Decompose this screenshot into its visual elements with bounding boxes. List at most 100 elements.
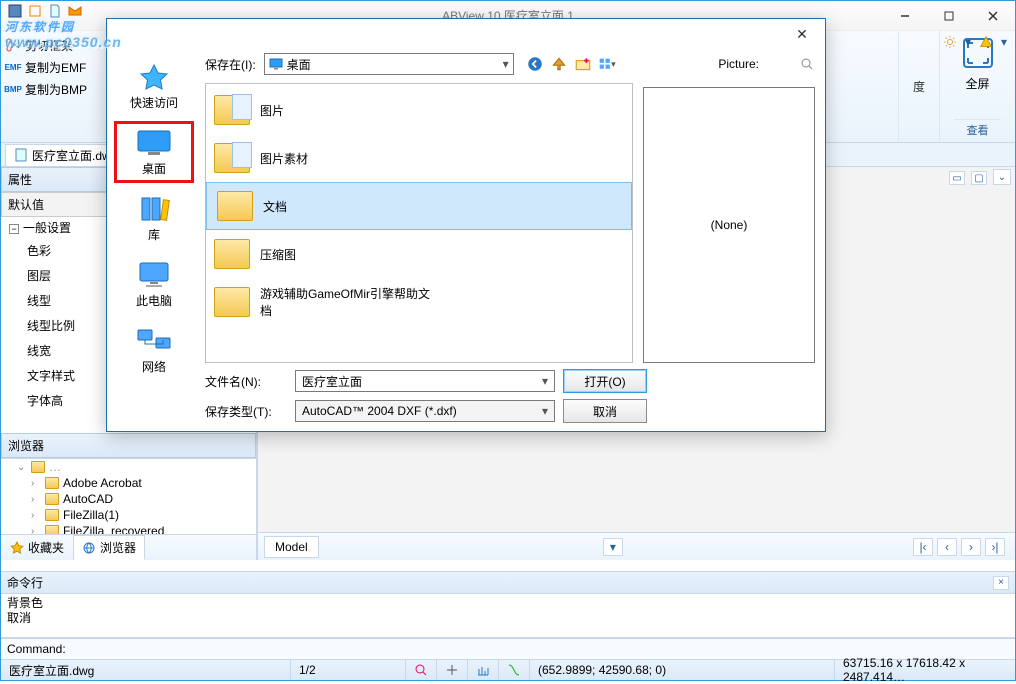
minimize-button[interactable] — [883, 2, 927, 30]
place-library[interactable]: 库 — [114, 187, 194, 249]
dropdown-icon-2[interactable]: ▾ — [1001, 35, 1007, 49]
chevron-down-icon[interactable]: ▾ — [542, 404, 548, 418]
folder-icon — [214, 287, 250, 317]
qa-icon-3[interactable] — [47, 3, 63, 19]
place-quick-access[interactable]: 快速访问 — [114, 55, 194, 117]
preview-label: Picture: — [718, 57, 759, 71]
dialog-places-bar: 快速访问 桌面 库 此电脑 网络 — [107, 49, 201, 431]
place-network[interactable]: 网络 — [114, 319, 194, 381]
tree-item[interactable]: ⌄… — [1, 459, 256, 475]
command-prompt: Command: — [7, 642, 66, 656]
collapse-chevron[interactable]: ⌄ — [993, 169, 1011, 185]
quick-access-toolbar[interactable] — [7, 3, 83, 19]
ribbon-copy-emf[interactable]: EMF 复制为EMF — [3, 57, 104, 77]
filetype-combo[interactable]: AutoCAD™ 2004 DXF (*.dxf) ▾ — [295, 400, 555, 422]
chevron-right-icon[interactable]: › — [31, 478, 41, 489]
file-item-selected[interactable]: 文档 — [206, 182, 632, 230]
search-icon[interactable] — [799, 56, 815, 72]
chevron-right-icon[interactable]: › — [31, 494, 41, 505]
chevron-down-icon[interactable]: ▾ — [503, 57, 509, 71]
close-button[interactable] — [971, 2, 1015, 30]
browser-tree[interactable]: ⌄… ›Adobe Acrobat ›AutoCAD ›FileZilla(1)… — [1, 458, 256, 534]
status-page: 1/2 — [291, 660, 406, 680]
model-tab[interactable]: Model — [264, 536, 319, 558]
preview-pane: (None) — [643, 83, 815, 363]
chevron-right-icon[interactable]: › — [31, 510, 41, 521]
status-size: 63715.16 x 17618.42 x 2487.414… — [835, 660, 1015, 680]
chevron-right-icon[interactable]: › — [31, 526, 41, 535]
dialog-titlebar: ✕ — [107, 19, 825, 49]
tab-browser[interactable]: 浏览器 — [73, 535, 145, 560]
dropdown-icon[interactable]: ▾ — [965, 35, 971, 49]
collapse-icon[interactable]: − — [9, 224, 19, 234]
up-icon[interactable] — [550, 55, 568, 73]
folder-icon — [45, 477, 59, 489]
preview-box: (None) — [643, 87, 815, 363]
file-item[interactable]: 图片 — [206, 86, 632, 134]
new-folder-icon[interactable] — [574, 55, 592, 73]
status-tool-2[interactable] — [437, 660, 468, 680]
tab-favorites[interactable]: 收藏夹 — [1, 535, 73, 560]
file-item[interactable]: 游戏辅助GameOfMir引擎帮助文档 — [206, 278, 632, 326]
tab-dropdown[interactable]: ▾ — [603, 538, 623, 556]
cmd-close-icon[interactable]: × — [993, 576, 1009, 590]
status-tool-1[interactable] — [406, 660, 437, 680]
help-tri-icon[interactable] — [979, 35, 993, 49]
place-this-pc[interactable]: 此电脑 — [114, 253, 194, 315]
save-dialog: ✕ 快速访问 桌面 库 此电脑 — [106, 18, 826, 432]
highlighted-red-box: 文档 — [215, 185, 360, 227]
qa-icon-4[interactable] — [67, 3, 83, 19]
maximize-button[interactable] — [927, 2, 971, 30]
panel-icon-1[interactable]: ▭ — [949, 171, 965, 185]
qa-icon-2[interactable] — [27, 3, 43, 19]
folder-icon — [214, 143, 250, 173]
folder-icon — [217, 191, 253, 221]
ribbon-cut-frame[interactable]: 剪切框架 — [3, 35, 104, 55]
chevron-down-icon[interactable]: ⌄ — [17, 462, 27, 473]
filetype-label: 保存类型(T): — [205, 403, 287, 420]
view-menu-icon[interactable]: ▾ — [598, 55, 616, 73]
file-list[interactable]: 图片 图片素材 文档 — [205, 83, 633, 363]
chevron-down-icon[interactable]: ▾ — [542, 374, 548, 388]
bmp-icon: BMP — [5, 81, 21, 97]
file-item[interactable]: 图片素材 — [206, 134, 632, 182]
folder-icon — [45, 525, 59, 534]
status-tool-4[interactable] — [499, 660, 530, 680]
ribbon-copy-bmp[interactable]: BMP 复制为BMP — [3, 79, 104, 99]
filename-input[interactable] — [302, 372, 542, 390]
nav-prev[interactable]: ‹ — [937, 538, 957, 556]
location-combo[interactable]: 桌面 ▾ — [264, 53, 514, 75]
folder-icon — [31, 461, 45, 473]
tree-item[interactable]: ›FileZilla_recovered — [1, 523, 256, 534]
status-coords: (652.9899; 42590.68; 0) — [530, 660, 835, 680]
place-desktop[interactable]: 桌面 — [114, 121, 194, 183]
filename-combo[interactable]: ▾ — [295, 370, 555, 392]
file-item[interactable]: 压缩图 — [206, 230, 632, 278]
folder-icon — [45, 493, 59, 505]
settings-icon[interactable] — [943, 35, 957, 49]
back-icon[interactable] — [526, 55, 544, 73]
dialog-close-button[interactable]: ✕ — [787, 21, 817, 47]
panel-icon-2[interactable]: ▢ — [971, 171, 987, 185]
nav-last[interactable]: ›| — [985, 538, 1005, 556]
ribbon-group-extra: 度 — [898, 31, 939, 142]
status-file: 医疗室立面.dwg — [1, 660, 291, 680]
tree-item[interactable]: ›FileZilla(1) — [1, 507, 256, 523]
status-tool-3[interactable] — [468, 660, 499, 680]
save-in-label: 保存在(I): — [205, 56, 256, 73]
emf-icon: EMF — [5, 59, 21, 75]
folder-icon — [214, 239, 250, 269]
browser-icon — [82, 541, 96, 555]
open-button[interactable]: 打开(O) — [563, 369, 647, 393]
nav-first[interactable]: |‹ — [913, 538, 933, 556]
tree-item[interactable]: ›Adobe Acrobat — [1, 475, 256, 491]
qa-icon-1[interactable] — [7, 3, 23, 19]
nav-next[interactable]: › — [961, 538, 981, 556]
ribbon-group-label: 查看 — [954, 119, 1001, 138]
command-header: 命令行 × — [1, 572, 1015, 594]
browser-header: 浏览器 — [1, 433, 256, 458]
command-section: 命令行 × 背景色 取消 Command: 医疗室立面.dwg 1/2 (652… — [1, 571, 1015, 680]
cancel-button[interactable]: 取消 — [563, 399, 647, 423]
folder-icon — [45, 509, 59, 521]
tree-item[interactable]: ›AutoCAD — [1, 491, 256, 507]
